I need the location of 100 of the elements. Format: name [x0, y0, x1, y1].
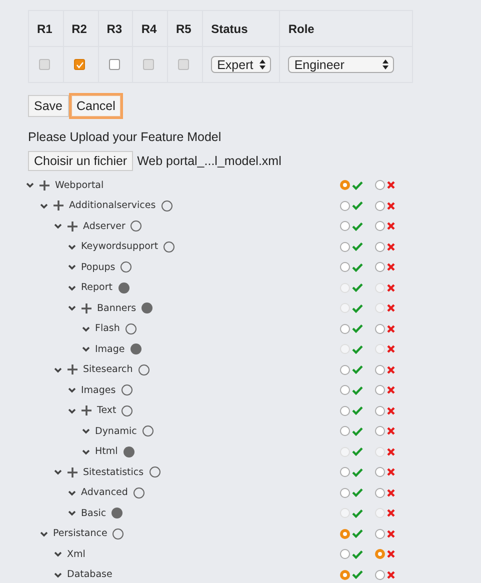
tree-row[interactable]: Images	[20, 380, 481, 400]
checkbox[interactable]	[108, 59, 120, 70]
feature-label: Banners	[97, 302, 136, 314]
checkbox[interactable]	[74, 59, 85, 70]
cross-icon	[387, 242, 395, 251]
check-icon	[352, 283, 363, 292]
check-icon	[352, 180, 363, 190]
choose-file-button[interactable]: Choisir un fichier	[28, 151, 134, 171]
check-icon	[352, 324, 363, 334]
tree-row[interactable]: Popups	[20, 257, 481, 278]
chevron-icon	[68, 305, 76, 312]
cross-icon	[387, 263, 395, 272]
action-button[interactable]: Cancel	[70, 95, 122, 117]
radio-button[interactable]	[340, 242, 350, 252]
radio-button[interactable]	[340, 426, 350, 436]
radio-button[interactable]	[340, 262, 350, 272]
radio-button[interactable]	[375, 242, 385, 252]
status-select[interactable]: Expert	[211, 56, 272, 73]
cross-icon	[387, 284, 395, 292]
tree-row[interactable]: Dynamic	[20, 421, 481, 442]
radio-button[interactable]	[375, 221, 385, 232]
tree-row[interactable]: Sitesearch	[20, 360, 481, 380]
hollow-circle-icon	[142, 425, 154, 438]
tree-row[interactable]: Database	[20, 564, 481, 583]
radio-button[interactable]	[340, 221, 350, 232]
chevron-icon	[40, 530, 48, 537]
plus-icon	[67, 466, 78, 478]
chevron-icon	[54, 223, 62, 230]
radio-button[interactable]	[375, 364, 385, 375]
tree-row[interactable]: Persistance	[20, 524, 481, 544]
feature-label: Database	[67, 569, 112, 580]
radio-button[interactable]	[340, 528, 350, 539]
chevron-icon	[68, 510, 76, 516]
radio-button[interactable]	[375, 180, 385, 190]
radio-button[interactable]	[375, 467, 385, 478]
plus-icon	[67, 364, 78, 376]
plus-icon	[53, 200, 64, 212]
hollow-circle-icon	[163, 240, 176, 253]
radio-button[interactable]	[340, 406, 350, 416]
tree-row[interactable]: Xml	[20, 544, 481, 564]
feature-label: Xml	[67, 548, 86, 560]
check-icon	[352, 468, 363, 477]
tree-row[interactable]: Sitestatistics	[20, 462, 481, 482]
radio-button[interactable]	[340, 385, 350, 396]
tree-row[interactable]: Adserver	[20, 216, 481, 236]
tree-row[interactable]: Text	[20, 400, 481, 421]
column-header: R2	[72, 22, 87, 36]
radio-button[interactable]	[375, 200, 385, 211]
hollow-circle-icon	[121, 404, 134, 417]
filled-circle-icon	[111, 507, 124, 520]
cross-icon	[387, 468, 395, 476]
cross-icon	[387, 427, 395, 436]
radio-button[interactable]	[340, 549, 350, 560]
role-select[interactable]: Engineer	[288, 56, 394, 73]
column-header: R3	[106, 22, 122, 36]
radio-button[interactable]	[340, 467, 350, 478]
plus-icon	[67, 220, 78, 232]
cross-icon	[387, 222, 395, 230]
cross-icon	[387, 570, 395, 579]
chevron-icon	[68, 284, 76, 291]
tree-row[interactable]: Keywordsupport	[20, 236, 481, 257]
radio-button[interactable]	[340, 200, 350, 211]
chevron-icon	[82, 448, 90, 455]
radio-button[interactable]	[340, 570, 350, 580]
column-header: Status	[211, 22, 248, 36]
cross-icon	[387, 530, 395, 538]
radio-button[interactable]	[340, 488, 350, 498]
check-icon	[352, 488, 363, 498]
cross-icon	[387, 181, 395, 190]
chevron-icon	[26, 182, 34, 188]
tree-row[interactable]: Webportal	[20, 175, 481, 196]
feature-label: Webportal	[55, 180, 104, 191]
check-icon	[352, 426, 363, 436]
plus-icon	[81, 302, 92, 314]
chevron-icon	[68, 408, 76, 414]
filled-circle-icon	[141, 302, 154, 314]
radio-button[interactable]	[375, 570, 385, 580]
radio-button[interactable]	[375, 262, 385, 272]
feature-label: Html	[95, 446, 118, 458]
cross-icon	[387, 202, 395, 210]
tree-row[interactable]: Additionalservices	[20, 196, 481, 216]
feature-label: Dynamic	[95, 426, 137, 437]
check-icon	[352, 406, 363, 416]
radio-button[interactable]	[375, 385, 385, 396]
radio-button[interactable]	[375, 488, 385, 498]
cross-icon	[387, 550, 395, 558]
cross-icon	[387, 366, 395, 374]
radio-button[interactable]	[375, 528, 385, 539]
chevron-icon	[54, 366, 62, 373]
radio-button[interactable]	[375, 406, 385, 416]
chevron-icon	[82, 346, 90, 352]
action-button[interactable]: Save	[28, 95, 68, 117]
tree-row[interactable]: Advanced	[20, 482, 481, 503]
radio-button[interactable]	[375, 549, 385, 560]
radio-button[interactable]	[340, 364, 350, 375]
check-icon	[352, 508, 363, 518]
radio-button[interactable]	[340, 180, 350, 190]
cross-icon	[387, 509, 395, 518]
radio-button[interactable]	[375, 426, 385, 436]
column-header: Role	[288, 22, 314, 36]
